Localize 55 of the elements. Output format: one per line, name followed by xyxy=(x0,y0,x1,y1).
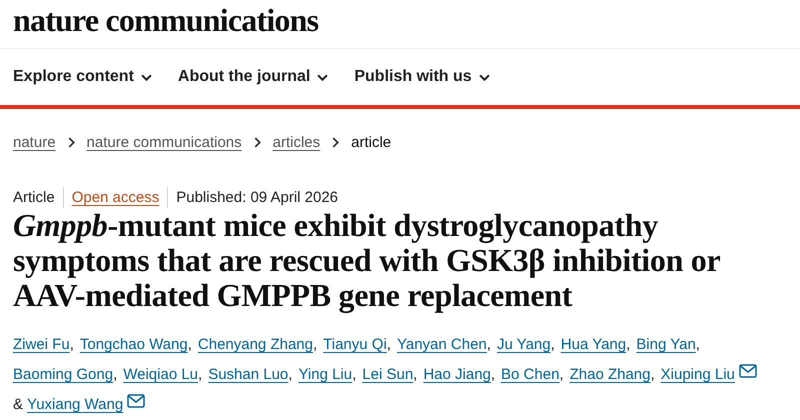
author-separator: , xyxy=(352,365,356,385)
author-separator: , xyxy=(650,365,655,385)
author-separator: , xyxy=(312,335,318,355)
author-link[interactable]: Tianyu Qi xyxy=(323,330,387,360)
author-link[interactable]: Yanyan Chen xyxy=(396,330,487,360)
author-separator: , xyxy=(198,365,202,385)
author-separator: , xyxy=(626,335,630,355)
author-separator: , xyxy=(559,365,564,385)
author-link[interactable]: Ju Yang xyxy=(496,330,551,360)
breadcrumb-link[interactable]: nature communications xyxy=(86,134,242,151)
author-separator: , xyxy=(696,335,700,355)
author-separator: , xyxy=(490,365,496,385)
author-separator: , xyxy=(70,335,74,355)
breadcrumb-link[interactable]: nature xyxy=(13,134,56,151)
nav-menu-button[interactable]: About the journal xyxy=(178,68,328,86)
email-icon[interactable] xyxy=(738,364,757,378)
author-link[interactable]: Hua Yang xyxy=(560,330,626,360)
author-link[interactable]: Hao Jiang xyxy=(423,360,491,390)
author-separator: , xyxy=(486,335,491,355)
publish-date: Published: 09 April 2026 xyxy=(176,188,340,208)
article-type: Article xyxy=(13,187,64,208)
chevron-icon xyxy=(317,74,328,80)
author-link[interactable]: Sushan Luo xyxy=(208,360,288,390)
author-separator: , xyxy=(288,365,292,385)
chevron-icon xyxy=(140,74,152,80)
author-link[interactable]: Yuxiang Wang xyxy=(27,390,124,420)
author-separator: , xyxy=(113,365,118,385)
author-link[interactable]: Bo Chen xyxy=(501,360,560,390)
chevron-icon xyxy=(478,74,490,80)
author-link[interactable]: Baoming Gong xyxy=(13,360,114,390)
nav-menu-button[interactable]: Publish with us xyxy=(354,68,490,86)
chevron-right-icon xyxy=(332,137,340,148)
author-separator: , xyxy=(550,335,555,355)
conjunction: & xyxy=(13,395,24,415)
author-link[interactable]: Weiqiao Lu xyxy=(123,360,198,390)
breadcrumb-link[interactable]: articles xyxy=(272,134,320,151)
author-link[interactable]: Lei Sun xyxy=(362,360,414,390)
journal-logo[interactable]: nature communications xyxy=(13,2,318,38)
author-link[interactable]: Chenyang Zhang xyxy=(198,330,313,360)
author-link[interactable]: Bing Yan xyxy=(636,330,696,360)
author-link[interactable]: Ziwei Fu xyxy=(13,330,70,360)
chevron-right-icon xyxy=(68,137,75,148)
author-link[interactable]: Tongchao Wang xyxy=(80,330,188,360)
author-separator: , xyxy=(413,365,418,385)
breadcrumb-current: article xyxy=(351,134,392,151)
author-separator: , xyxy=(188,335,192,355)
article-title: Gmppb-mutant mice exhibit dystroglycanopathy symptoms that are rescued with GSK3β inhibition or AAV-mediated GMPPB gene replacement xyxy=(13,208,721,313)
author-separator: , xyxy=(386,335,391,355)
chevron-right-icon xyxy=(254,137,261,148)
author-link[interactable]: Ying Liu xyxy=(298,360,352,390)
nav-menu-button[interactable]: Explore content xyxy=(13,68,152,86)
email-icon[interactable] xyxy=(127,394,146,408)
author-link[interactable]: Zhao Zhang xyxy=(570,360,650,390)
open-access-link[interactable]: Open access xyxy=(72,187,168,208)
author-link[interactable]: Xiuping Liu xyxy=(660,360,735,390)
